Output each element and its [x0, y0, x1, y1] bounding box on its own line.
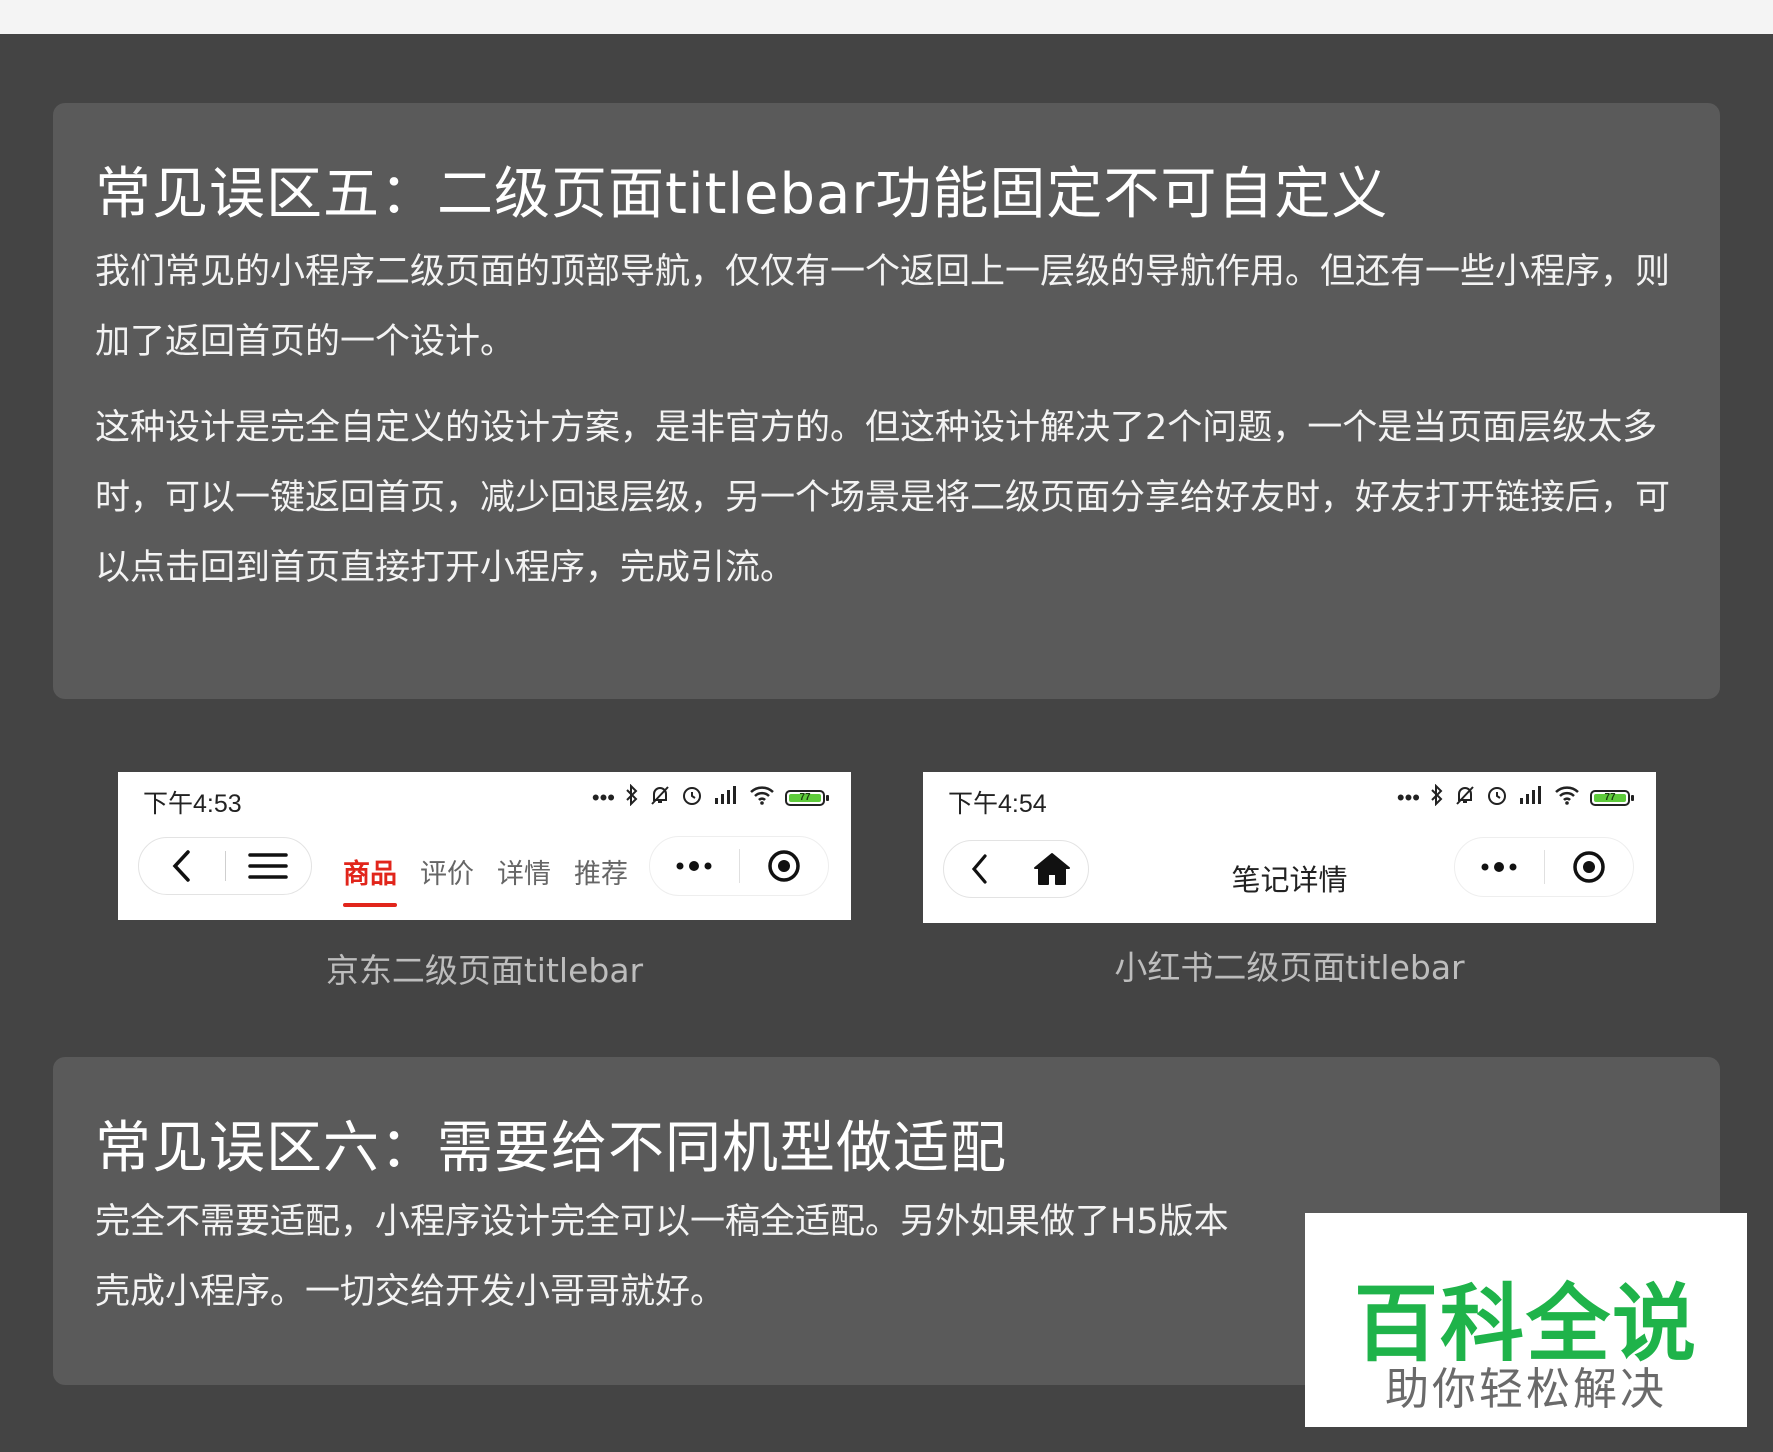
section-five-paragraph-1: 我们常见的小程序二级页面的顶部导航，仅仅有一个返回上一层级的导航作用。但还有一些…	[95, 252, 1671, 362]
back-button[interactable]	[139, 838, 225, 894]
tab-recommend[interactable]: 推荐	[574, 852, 628, 905]
jd-nav-pill	[138, 837, 312, 895]
tab-details[interactable]: 详情	[497, 852, 551, 905]
menu-button[interactable]	[226, 838, 312, 894]
wifi-icon	[1554, 785, 1580, 811]
capsule-more-button[interactable]	[1455, 838, 1544, 896]
signal-icon	[1518, 784, 1544, 812]
battery-icon: 77	[1590, 790, 1634, 806]
bluetooth-icon	[625, 783, 639, 812]
chevron-left-icon	[172, 850, 190, 882]
tab-reviews[interactable]: 评价	[420, 852, 474, 905]
wifi-icon	[749, 785, 775, 811]
battery-icon: 77	[785, 790, 829, 806]
more-dots-icon	[676, 861, 712, 871]
xhs-status-icons: ••• 77	[1396, 783, 1634, 812]
capsule-more-button[interactable]	[650, 837, 739, 895]
tab-product[interactable]: 商品	[343, 852, 397, 907]
section-five-title: 常见误区五：二级页面titlebar功能固定不可自定义	[95, 162, 1389, 227]
jd-titlebar-screenshot: 下午4:53 ••• 77 商品 评价 详情 推荐	[118, 772, 851, 920]
more-dots-icon: •••	[1396, 785, 1420, 810]
watermark-sub-text: 助你轻松解决	[1385, 1364, 1667, 1415]
mute-bell-icon	[649, 784, 671, 812]
top-strip	[0, 0, 1773, 34]
jd-status-bar: 下午4:53 ••• 77	[118, 772, 851, 824]
capsule-close-button[interactable]	[1545, 838, 1634, 896]
section-five-paragraph-2: 这种设计是完全自定义的设计方案，是非官方的。但这种设计解决了2个问题，一个是当页…	[95, 408, 1671, 588]
capsule-close-button[interactable]	[740, 837, 829, 895]
jd-caption: 京东二级页面titlebar	[325, 951, 644, 990]
more-dots-icon: •••	[591, 785, 615, 810]
alarm-icon	[681, 784, 703, 812]
xhs-status-bar: 下午4:54 ••• 77	[923, 772, 1656, 824]
bluetooth-icon	[1430, 783, 1444, 812]
jd-status-time: 下午4:53	[143, 790, 242, 818]
alarm-icon	[1486, 784, 1508, 812]
xhs-status-time: 下午4:54	[948, 790, 1047, 818]
more-dots-icon	[1481, 862, 1517, 872]
target-close-icon	[768, 850, 800, 882]
mute-bell-icon	[1454, 784, 1476, 812]
jd-status-icons: ••• 77	[591, 783, 829, 812]
jd-mini-program-capsule	[649, 836, 829, 896]
xhs-mini-program-capsule	[1454, 837, 1634, 897]
section-five-card: 常见误区五：二级页面titlebar功能固定不可自定义 我们常见的小程序二级页面…	[53, 103, 1720, 699]
signal-icon	[713, 784, 739, 812]
section-six-title: 常见误区六：需要给不同机型做适配	[95, 1116, 1007, 1181]
watermark-logo: 百科全说 助你轻松解决	[1305, 1213, 1747, 1427]
target-close-icon	[1573, 851, 1605, 883]
xhs-titlebar-screenshot: 下午4:54 ••• 77 笔记详情	[923, 772, 1656, 923]
xhs-caption: 小红书二级页面titlebar	[1114, 948, 1465, 987]
hamburger-menu-icon	[248, 853, 288, 879]
jd-tab-bar: 商品 评价 详情 推荐	[343, 852, 628, 907]
